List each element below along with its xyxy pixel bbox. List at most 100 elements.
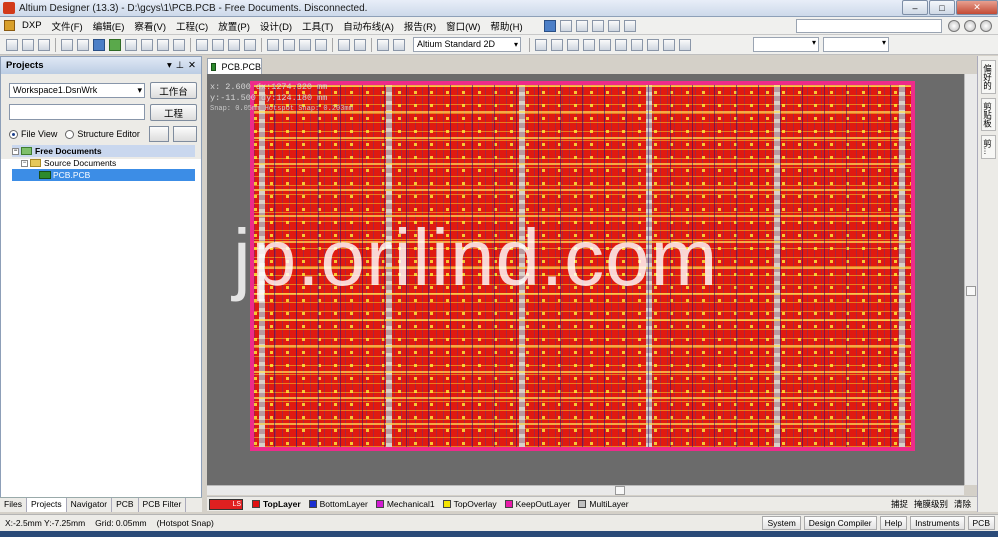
system-panel-button[interactable]: System [762,516,801,530]
layer-tab-mechanical1[interactable]: Mechanical1 [372,499,439,509]
dropdown-icon[interactable]: ▾ [167,60,172,71]
dock-tab-more[interactable]: 剪... [980,135,996,159]
mask-level-button[interactable]: 掩膜级别 [914,498,948,510]
vertical-scrollbar[interactable] [964,74,977,485]
deselect-icon[interactable] [299,38,311,51]
layer-tab-multilayer[interactable]: MultiLayer [574,499,632,509]
browse-icon[interactable] [393,38,405,51]
3d-icon[interactable] [93,38,105,51]
refresh-icon[interactable] [149,126,169,142]
via-icon[interactable] [599,38,611,51]
layer-tab-keepoutlayer[interactable]: KeepOutLayer [501,499,575,509]
menu-project[interactable]: 工程(C) [171,19,213,33]
layer-tab-topoverlay[interactable]: TopOverlay [439,499,501,509]
horizontal-scrollbar[interactable] [207,485,964,495]
new-icon[interactable] [6,38,18,51]
tab-pcb[interactable]: PCB [112,498,139,512]
document-tab[interactable]: PCB.PCB [207,58,262,74]
tab-navigator[interactable]: Navigator [67,498,113,512]
forward-icon[interactable] [964,19,976,32]
close-button[interactable]: ✕ [956,0,998,15]
vertical-scroll-thumb[interactable] [966,286,976,296]
close-panel-icon[interactable]: ✕ [188,60,196,71]
open-icon[interactable] [22,38,34,51]
print-icon[interactable] [61,38,73,51]
pencil-icon[interactable] [377,38,389,51]
menu-design[interactable]: 设计(D) [255,19,297,33]
maximize-button[interactable]: □ [929,0,955,15]
collapse-icon[interactable]: − [12,147,19,155]
project-field[interactable] [9,104,145,120]
menu-place[interactable]: 放置(P) [213,19,255,33]
snap-button[interactable]: 捕捉 [891,498,908,510]
zoom-fit-icon[interactable] [157,38,169,51]
string-icon[interactable] [663,38,675,51]
layers-icon[interactable] [109,38,121,51]
filter-combo-1[interactable] [753,37,819,52]
tab-pcb-filter[interactable]: PCB Filter [139,498,187,512]
options-icon[interactable] [173,126,197,142]
workspace-button[interactable]: 工作台 [150,82,197,99]
component-icon[interactable] [679,38,691,51]
save-icon[interactable] [38,38,50,51]
cut-icon[interactable] [196,38,208,51]
route-icon[interactable] [543,19,556,32]
copy-icon[interactable] [212,38,224,51]
print-preview-icon[interactable] [77,38,89,51]
paste-icon[interactable] [228,38,240,51]
menu-window[interactable]: 窗口(W) [441,19,485,33]
diff-pair-icon[interactable] [567,38,579,51]
tree-item-source-documents[interactable]: − Source Documents [12,157,195,169]
workspace-select[interactable]: Workspace1.DsnWrk [9,83,145,98]
layer-tab-bottomlayer[interactable]: BottomLayer [305,499,372,509]
back-icon[interactable] [948,19,960,32]
fill-icon[interactable] [631,38,643,51]
clear-filter-icon[interactable] [315,38,327,51]
tab-projects[interactable]: Projects [26,498,67,512]
menu-file[interactable]: 文件(F) [47,19,88,33]
undo-icon[interactable] [338,38,350,51]
design-compiler-panel-button[interactable]: Design Compiler [803,516,877,530]
tree-item-free-documents[interactable]: − Free Documents [12,145,195,157]
tree-item-pcb-file[interactable]: PCB.PCB [12,169,195,181]
pad-icon[interactable] [583,38,595,51]
zoom-selected-icon[interactable] [173,38,185,51]
layer-tab-toplayer[interactable]: TopLayer [248,499,305,509]
filter-combo-2[interactable] [823,37,889,52]
help-panel-button[interactable]: Help [879,516,908,530]
file-view-radio[interactable] [9,129,18,139]
horizontal-scroll-thumb[interactable] [615,486,625,495]
minimize-button[interactable]: ‒ [902,0,928,15]
menu-help[interactable]: 帮助(H) [485,19,527,33]
net-route-icon[interactable] [551,38,563,51]
clear-button[interactable]: 清除 [954,498,971,510]
project-button[interactable]: 工程 [150,104,197,121]
menu-autoroute[interactable]: 自动布线(A) [338,19,399,33]
pin-icon[interactable]: ⊥ [176,60,184,71]
interactive-route-icon[interactable] [535,38,547,51]
arc-icon[interactable] [615,38,627,51]
collapse-icon[interactable]: − [21,159,28,167]
address-field[interactable] [796,18,942,33]
zoom-in-icon[interactable] [125,38,137,51]
dock-tab-clipboard[interactable]: 剪贴板 [980,97,996,131]
select-area-icon[interactable] [267,38,279,51]
tab-files[interactable]: Files [0,498,27,512]
menu-edit[interactable]: 编辑(E) [88,19,130,33]
dock-tab-favorites[interactable]: 偏好的 [980,60,996,94]
rubber-stamp-icon[interactable] [244,38,256,51]
menu-reports[interactable]: 报告(R) [399,19,441,33]
pcb-panel-button[interactable]: PCB [967,516,995,530]
align-icon[interactable] [559,19,572,32]
layer-set-button[interactable]: LS [209,498,243,510]
menu-dxp[interactable]: DXP [17,20,47,31]
zoom-area-icon[interactable] [141,38,153,51]
move-icon[interactable] [283,38,295,51]
distribute-icon[interactable] [591,19,604,32]
menu-view[interactable]: 察看(V) [129,19,171,33]
home-icon[interactable] [980,19,992,32]
text-icon[interactable] [575,19,588,32]
grid-icon[interactable] [623,19,636,32]
view-mode-select[interactable]: Altium Standard 2D [413,37,521,52]
redo-icon[interactable] [354,38,366,51]
